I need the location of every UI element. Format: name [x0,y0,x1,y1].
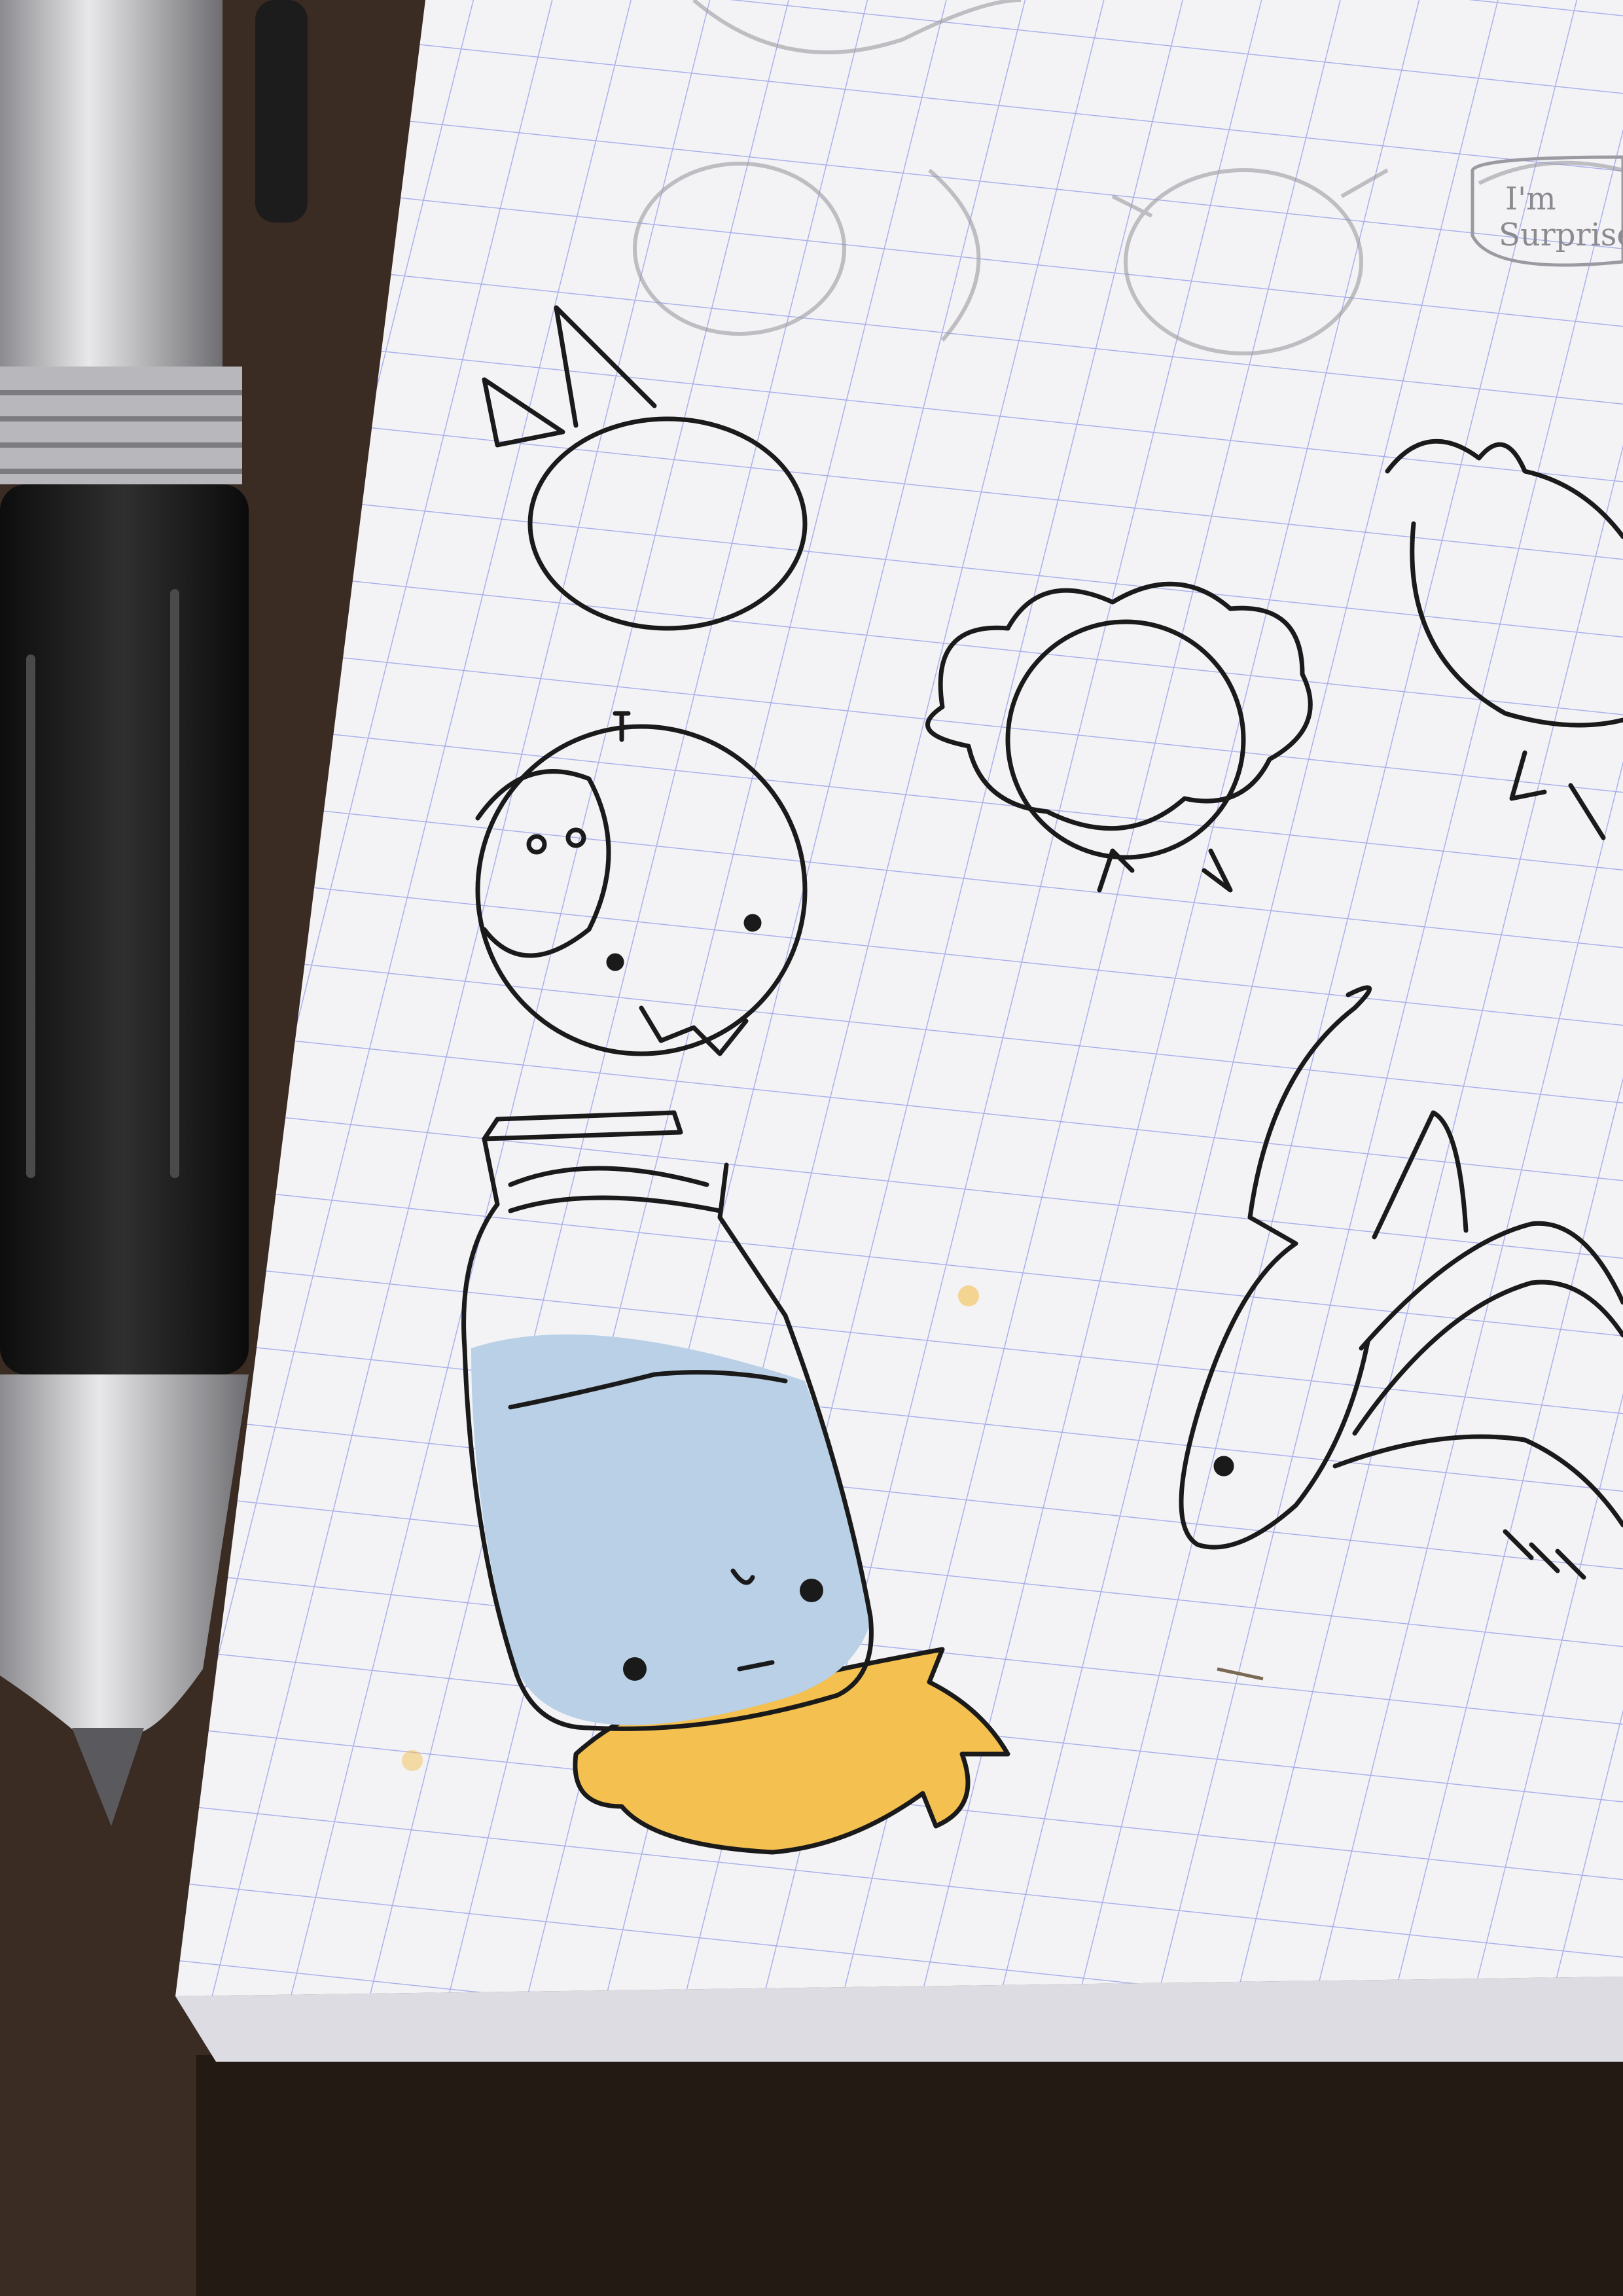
desk-shadow [196,2055,1623,2296]
spill-dot [958,1285,979,1306]
note-line-2: Surprised [1499,217,1623,253]
note-line-1: I'm [1505,181,1556,217]
spill-dot [402,1750,423,1771]
photo-scene: I'm Surprised [0,0,1623,2296]
